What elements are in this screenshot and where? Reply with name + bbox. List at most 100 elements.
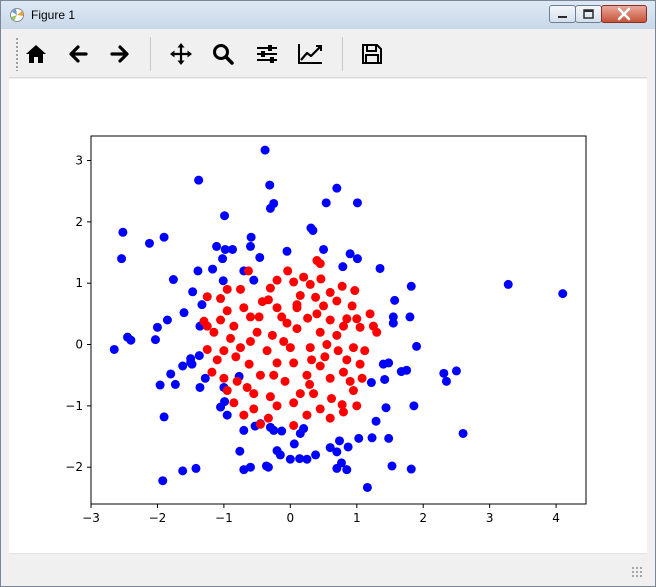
navigation-toolbar [9, 31, 647, 78]
data-point [222, 386, 232, 396]
subplots-button[interactable] [252, 39, 282, 69]
home-icon [26, 45, 46, 63]
data-point [312, 309, 322, 319]
forward-button[interactable] [105, 39, 135, 69]
data-point [269, 425, 279, 435]
status-bar [9, 553, 647, 580]
data-point [302, 454, 312, 464]
figure-canvas[interactable]: −3 −2 −1 0 1 2 3 4 −2 −1 0 1 2 3 [9, 79, 647, 553]
home-button[interactable] [21, 39, 51, 69]
data-point [152, 322, 162, 332]
scatter-plot[interactable]: −3 −2 −1 0 1 2 3 4 −2 −1 0 1 2 3 [9, 79, 647, 553]
data-point [186, 354, 196, 364]
data-point [352, 254, 362, 264]
x-tick-label: 0 [287, 511, 295, 525]
data-point [334, 436, 344, 446]
data-point [319, 244, 329, 254]
data-point [315, 361, 325, 371]
toolbar-grip[interactable] [15, 37, 19, 71]
data-point [216, 294, 226, 304]
data-point [170, 379, 180, 389]
data-point [218, 254, 228, 264]
data-point [338, 321, 348, 331]
data-point [244, 359, 254, 369]
data-point [279, 336, 289, 346]
y-tick-label: 1 [75, 276, 83, 290]
maximize-icon [583, 9, 594, 19]
data-point [352, 401, 362, 411]
toolbar-separator [342, 37, 343, 71]
data-point [362, 482, 372, 492]
data-point [239, 410, 249, 420]
data-point [188, 287, 198, 297]
data-point [200, 373, 210, 383]
maximize-button[interactable] [575, 5, 602, 23]
data-point [219, 373, 229, 383]
title-bar[interactable]: Figure 1 [1, 1, 655, 29]
data-point [222, 410, 232, 420]
data-point [235, 446, 245, 456]
data-point [265, 283, 275, 293]
data-point [207, 367, 217, 377]
window-title: Figure 1 [31, 8, 76, 22]
y-tick-label: −1 [65, 399, 83, 413]
data-point [193, 266, 203, 276]
data-point [255, 419, 265, 429]
data-point [199, 316, 209, 326]
data-point [109, 344, 119, 354]
data-point [285, 343, 295, 353]
pan-button[interactable] [166, 39, 196, 69]
data-point [202, 292, 212, 302]
data-point [366, 378, 376, 388]
data-point [406, 464, 416, 474]
x-tick-label: −1 [215, 511, 233, 525]
data-point [242, 382, 252, 392]
data-point [315, 327, 325, 337]
data-point [229, 321, 239, 331]
close-icon [617, 7, 631, 21]
save-icon [362, 44, 382, 64]
data-point [441, 376, 451, 386]
data-point [191, 463, 201, 473]
resize-grip[interactable] [631, 566, 643, 578]
data-point [402, 365, 412, 375]
arrow-right-icon [110, 45, 129, 63]
data-point [255, 252, 265, 262]
edit-axes-button[interactable] [295, 39, 325, 69]
data-point [327, 394, 337, 404]
x-tick-label: 3 [486, 511, 494, 525]
data-point [305, 279, 315, 289]
data-point [232, 376, 242, 386]
data-point [409, 401, 419, 411]
close-button[interactable] [601, 5, 647, 23]
data-point [439, 368, 449, 378]
matplotlib-app-icon [10, 8, 24, 22]
data-point [220, 211, 230, 221]
zoom-button[interactable] [208, 39, 238, 69]
data-point [209, 327, 219, 337]
data-point [272, 401, 282, 411]
data-point [228, 244, 238, 254]
data-point [342, 465, 352, 475]
data-point [367, 433, 377, 443]
x-tick-label: 2 [419, 511, 427, 525]
save-button[interactable] [357, 39, 387, 69]
data-point [178, 466, 188, 476]
data-point [295, 290, 305, 300]
data-point [118, 227, 128, 237]
data-point [289, 398, 299, 408]
data-point [239, 425, 249, 435]
data-point [365, 309, 375, 319]
data-point [316, 274, 326, 284]
data-point [345, 249, 355, 259]
data-point [458, 428, 468, 438]
data-point [325, 373, 335, 383]
data-point [311, 292, 321, 302]
data-point [451, 366, 461, 376]
data-point [299, 272, 309, 282]
data-point [262, 346, 272, 356]
back-button[interactable] [63, 39, 93, 69]
minimize-button[interactable] [549, 5, 576, 23]
data-point [390, 295, 400, 305]
data-point [321, 198, 331, 208]
